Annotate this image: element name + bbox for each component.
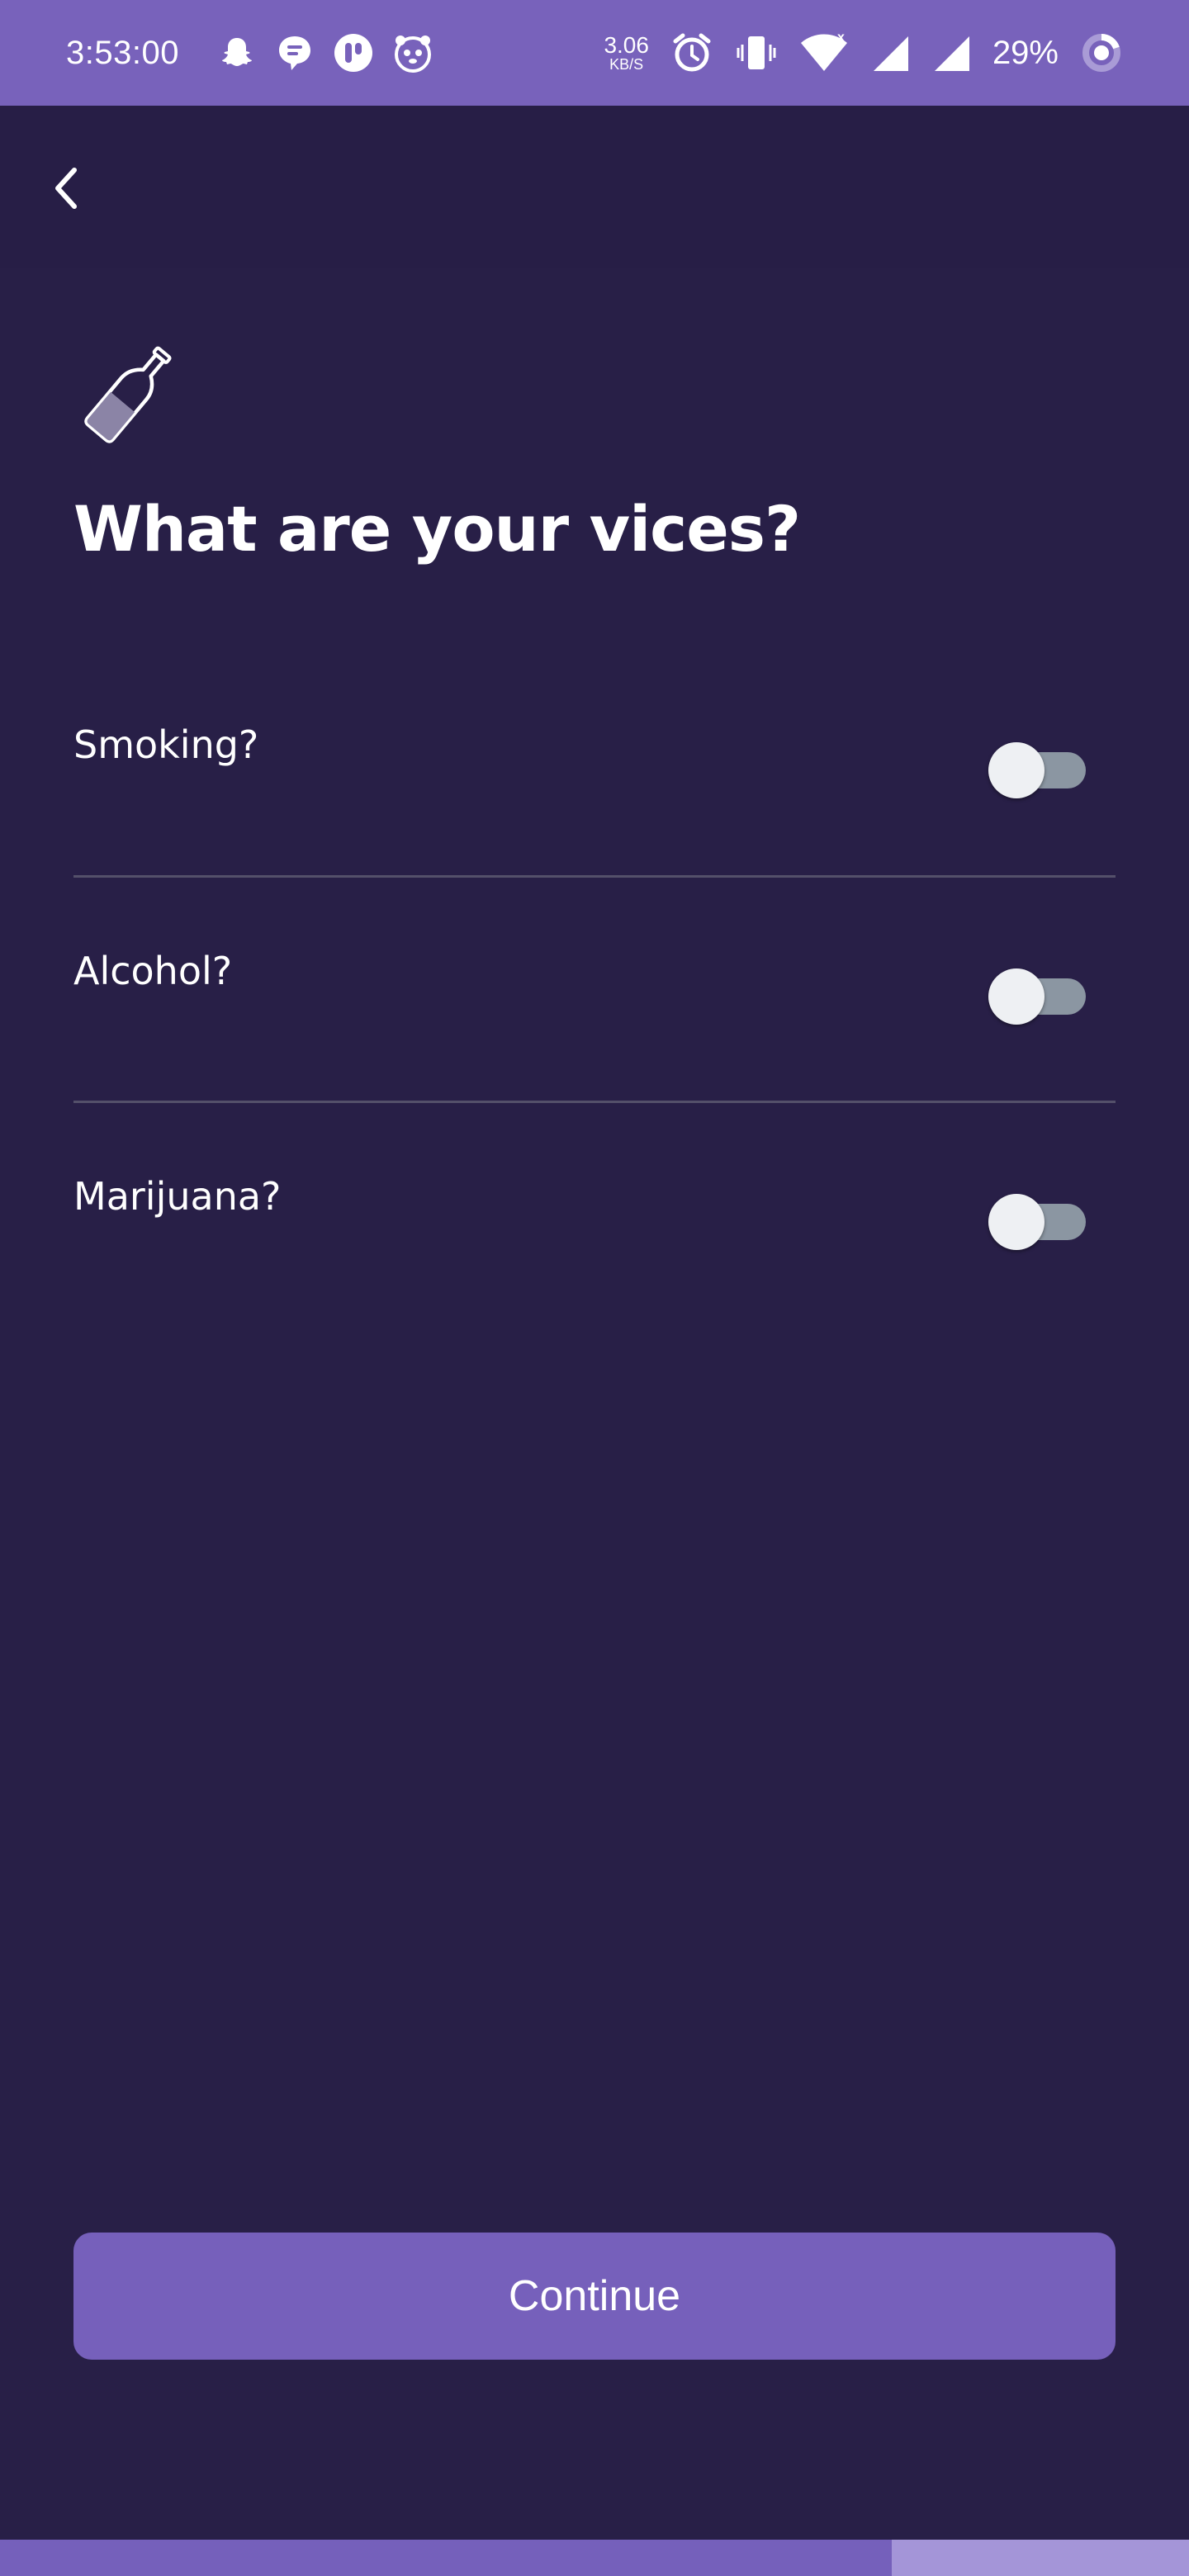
battery-ring-icon: [1082, 34, 1120, 72]
foodpanda-icon: [394, 36, 431, 73]
toggle-thumb: [988, 1194, 1045, 1250]
progress-bar: [0, 2540, 1189, 2576]
net-speed-unit: KB/S: [609, 56, 644, 73]
marijuana-toggle[interactable]: [988, 1191, 1086, 1250]
net-speed-value: 3.06: [604, 32, 649, 58]
progress-fill: [0, 2540, 892, 2576]
battery-percent: 29%: [992, 34, 1059, 71]
smoking-toggle[interactable]: [988, 739, 1086, 798]
toggle-thumb: [988, 968, 1045, 1025]
svg-text:x: x: [837, 31, 845, 45]
status-bar: 3:53:00 3.06 KB/S x 29%: [0, 0, 1189, 106]
status-right: 3.06 KB/S x 29%: [604, 0, 1123, 106]
signal-icon: [934, 36, 969, 71]
option-row-smoking: Smoking?: [73, 689, 1116, 805]
vibrate-icon: [737, 36, 776, 69]
signal-icon: [873, 36, 908, 71]
alcohol-toggle[interactable]: [988, 965, 1086, 1025]
chevron-left-icon: [55, 168, 77, 209]
snapchat-icon: [221, 38, 252, 66]
continue-button[interactable]: Continue: [73, 2233, 1116, 2360]
divider: [73, 1101, 1116, 1103]
divider: [73, 875, 1116, 878]
notification-icons: [217, 32, 433, 73]
option-label: Smoking?: [73, 722, 259, 767]
app-icon: [334, 34, 372, 72]
wifi-icon: x: [800, 31, 847, 71]
option-row-alcohol: Alcohol?: [73, 916, 1116, 1031]
toggle-thumb: [988, 742, 1045, 798]
option-row-marijuana: Marijuana?: [73, 1141, 1116, 1257]
alarm-icon: [673, 33, 711, 72]
chat-icon: [278, 36, 310, 70]
back-button[interactable]: [41, 155, 91, 221]
bottle-icon: [84, 346, 172, 443]
page-title: What are your vices?: [73, 492, 801, 566]
net-speed: 3.06 KB/S: [604, 32, 649, 73]
option-label: Alcohol?: [73, 949, 233, 993]
top-app-bar: [0, 106, 1189, 268]
status-time: 3:53:00: [66, 34, 179, 71]
option-label: Marijuana?: [73, 1174, 282, 1219]
